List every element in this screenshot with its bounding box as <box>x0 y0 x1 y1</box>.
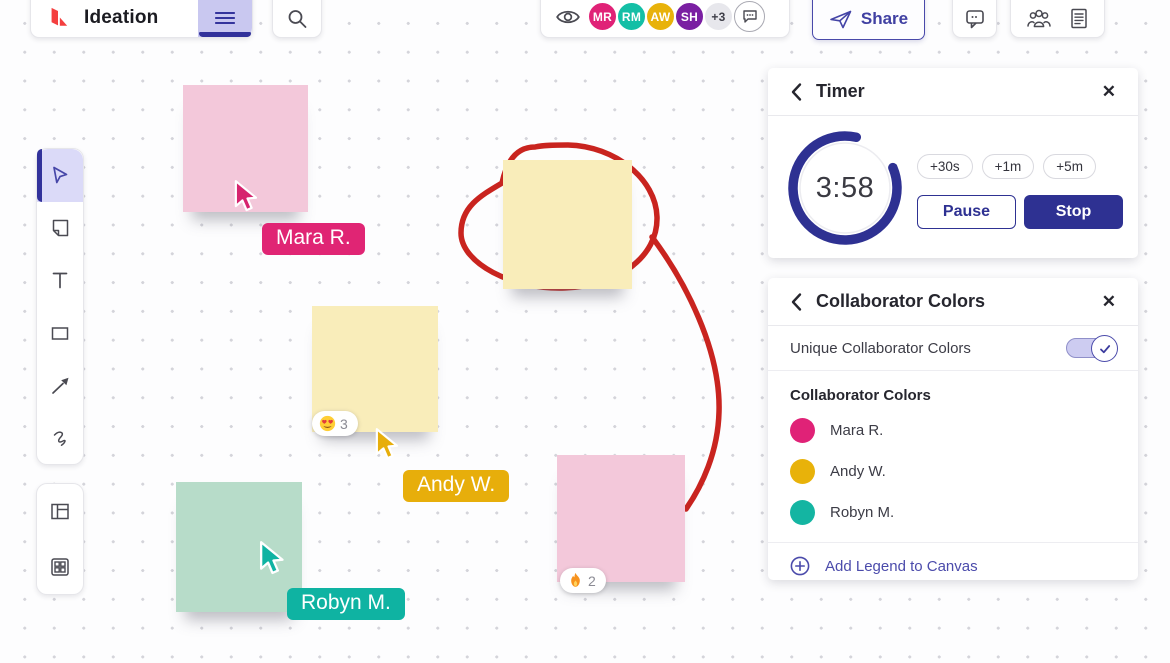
plus-circle-icon <box>790 556 810 576</box>
tool-sticky-note[interactable] <box>37 202 83 255</box>
add-30s-button[interactable]: +30s <box>917 154 973 179</box>
visibility-button[interactable] <box>555 7 581 27</box>
reaction-heart-eyes[interactable]: 3 <box>312 411 358 436</box>
close-icon[interactable]: ✕ <box>1102 82 1116 102</box>
notes-button[interactable] <box>1068 7 1090 30</box>
add-1m-button[interactable]: +1m <box>982 154 1035 179</box>
hamburger-menu-icon <box>215 11 235 25</box>
tool-select[interactable] <box>37 149 83 202</box>
collaborator-color-dot <box>790 459 815 484</box>
grid-squares-icon <box>48 555 72 579</box>
people-icon <box>1025 7 1053 30</box>
avatar[interactable]: RM <box>616 1 647 32</box>
search-icon <box>286 8 308 30</box>
reaction-count: 2 <box>588 573 596 589</box>
cursor-andy <box>374 428 404 462</box>
timer-panel-title: Timer <box>816 81 1102 102</box>
sticky-note-pink-2[interactable] <box>557 455 685 582</box>
reaction-count: 3 <box>340 416 348 432</box>
unique-colors-label: Unique Collaborator Colors <box>790 340 1066 357</box>
share-button[interactable]: Share <box>812 0 925 40</box>
arrow-icon <box>49 374 71 396</box>
timer-panel-header: Timer ✕ <box>768 68 1138 116</box>
drawing-toolbar <box>36 148 84 465</box>
close-icon[interactable]: ✕ <box>1102 292 1116 312</box>
unique-colors-toggle[interactable] <box>1066 338 1110 358</box>
tool-text[interactable] <box>37 254 83 307</box>
share-label: Share <box>861 9 908 29</box>
toggle-knob <box>1091 335 1118 362</box>
layout-toolbar <box>36 483 84 595</box>
avatar[interactable]: MR <box>587 1 618 32</box>
fire-emoji-icon <box>567 572 584 589</box>
pause-button[interactable]: Pause <box>917 195 1016 229</box>
board-title: Ideation <box>84 7 158 29</box>
tool-shape[interactable] <box>37 307 83 360</box>
sticky-note-icon <box>49 217 71 239</box>
timer-panel: Timer ✕ 3:58 +30s +1m +5m Pause Stop <box>768 68 1138 258</box>
comment-bubble-icon <box>964 8 986 30</box>
eye-icon <box>555 7 581 27</box>
collaborator-name: Mara R. <box>830 422 883 439</box>
layout-panes-icon <box>48 500 72 524</box>
avatar[interactable]: AW <box>645 1 676 32</box>
collaborator-color-dot <box>790 418 815 443</box>
stop-button[interactable]: Stop <box>1024 195 1123 229</box>
cursor-robyn <box>258 541 290 577</box>
menu-active-indicator <box>199 32 251 37</box>
tool-pen[interactable] <box>37 412 83 465</box>
collaborator-row: Andy W. <box>768 451 1138 492</box>
chevron-left-icon <box>790 292 802 312</box>
rectangle-shape-icon <box>49 322 71 344</box>
document-icon <box>1068 7 1090 30</box>
tool-layout[interactable] <box>37 484 83 539</box>
add-5m-button[interactable]: +5m <box>1043 154 1096 179</box>
presence-bar: MR RM AW SH +3 <box>540 0 790 38</box>
collaborator-colors-section-title: Collaborator Colors <box>768 371 1138 410</box>
avatar-overflow-badge[interactable]: +3 <box>703 1 734 32</box>
tool-selected-indicator <box>37 149 42 202</box>
avatar[interactable]: SH <box>674 1 705 32</box>
timer-remaining-time: 3:58 <box>783 126 907 250</box>
tool-arrow[interactable] <box>37 359 83 412</box>
collaborator-panel-header: Collaborator Colors ✕ <box>768 278 1138 326</box>
back-button[interactable] <box>790 82 802 102</box>
back-button[interactable] <box>790 292 802 312</box>
collaborator-name: Robyn M. <box>830 504 894 521</box>
whiteboard-canvas[interactable]: Mara R. Andy W. Robyn M. 3 2 Ideation <box>0 0 1170 663</box>
topbar-tools-group <box>1010 0 1105 38</box>
comment-button[interactable] <box>952 0 997 38</box>
lucid-logo-icon <box>47 6 69 30</box>
name-tag-robyn: Robyn M. <box>287 588 405 620</box>
collaborator-row: Robyn M. <box>768 492 1138 533</box>
tool-grid[interactable] <box>37 539 83 594</box>
reaction-fire[interactable]: 2 <box>560 568 606 593</box>
chevron-left-icon <box>790 82 802 102</box>
board-menu-button[interactable] <box>198 0 252 37</box>
add-legend-button[interactable]: Add Legend to Canvas <box>768 542 1138 589</box>
collaborator-row: Mara R. <box>768 410 1138 451</box>
collaborator-colors-panel: Collaborator Colors ✕ Unique Collaborato… <box>768 278 1138 580</box>
name-tag-andy: Andy W. <box>403 470 509 502</box>
collaborator-color-dot <box>790 500 815 525</box>
name-tag-mara: Mara R. <box>262 223 365 255</box>
scribble-pen-icon <box>49 427 71 449</box>
collaborators-button[interactable] <box>1025 7 1053 30</box>
search-button[interactable] <box>272 0 322 38</box>
presence-comment-button[interactable] <box>734 1 765 32</box>
add-time-buttons: +30s +1m +5m <box>917 154 1096 179</box>
sticky-note-yellow-circled[interactable] <box>503 160 632 289</box>
chat-dots-icon <box>742 9 758 24</box>
unique-colors-row: Unique Collaborator Colors <box>768 326 1138 371</box>
add-legend-label: Add Legend to Canvas <box>825 558 978 575</box>
collaborator-name: Andy W. <box>830 463 886 480</box>
collaborator-panel-title: Collaborator Colors <box>816 291 1102 312</box>
paper-plane-icon <box>829 8 853 30</box>
board-tab[interactable]: Ideation <box>30 0 253 38</box>
cursor-mara <box>233 180 263 214</box>
checkmark-icon <box>1098 342 1112 356</box>
text-icon <box>49 269 71 291</box>
select-cursor-icon <box>49 164 71 186</box>
heart-eyes-emoji-icon <box>319 415 336 432</box>
